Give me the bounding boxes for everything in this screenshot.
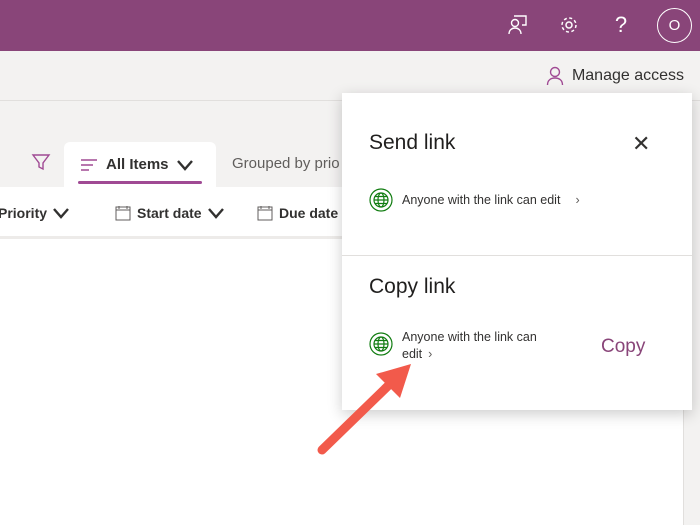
chevron-down-icon bbox=[207, 208, 224, 219]
globe-icon bbox=[369, 332, 393, 356]
share-panel: Send link ✕ Anyone with the link can edi… bbox=[342, 93, 692, 410]
manage-access-button[interactable]: Manage access bbox=[546, 66, 684, 86]
chevron-right-icon: › bbox=[575, 193, 580, 207]
calendar-icon bbox=[115, 206, 131, 221]
column-due-date[interactable]: Due date bbox=[257, 205, 338, 221]
copy-link-permission[interactable]: Anyone with the link can edit › bbox=[369, 329, 537, 363]
tab-label: All Items bbox=[106, 156, 169, 173]
permission-label: Anyone with the link can bbox=[402, 330, 537, 344]
column-label: Start date bbox=[137, 205, 202, 221]
column-start-date[interactable]: Start date bbox=[115, 205, 224, 221]
permission-label-cont: edit bbox=[402, 347, 423, 361]
list-icon bbox=[81, 158, 97, 171]
column-priority[interactable]: Priority bbox=[0, 205, 69, 221]
gear-icon[interactable] bbox=[556, 12, 582, 38]
chevron-right-icon: › bbox=[428, 347, 433, 361]
avatar[interactable]: O bbox=[657, 8, 692, 43]
feedback-icon[interactable] bbox=[504, 12, 530, 38]
copy-button[interactable]: Copy bbox=[601, 336, 645, 358]
divider bbox=[342, 255, 692, 256]
chevron-down-icon bbox=[53, 208, 69, 219]
copy-link-title: Copy link bbox=[369, 275, 456, 298]
globe-icon bbox=[369, 188, 393, 212]
send-link-permission[interactable]: Anyone with the link can edit › bbox=[369, 188, 580, 212]
manage-access-label: Manage access bbox=[571, 67, 684, 84]
send-link-title: Send link bbox=[369, 131, 456, 154]
filter-icon[interactable] bbox=[31, 152, 51, 177]
column-label: Due date bbox=[279, 205, 339, 221]
top-bar: ? O bbox=[0, 0, 700, 51]
column-label: Priority bbox=[0, 205, 48, 221]
chevron-down-icon bbox=[176, 159, 193, 171]
close-icon[interactable]: ✕ bbox=[632, 131, 650, 157]
tab-all-items[interactable]: All Items bbox=[64, 142, 216, 187]
tab-grouped-by-priority[interactable]: Grouped by prio bbox=[232, 155, 340, 172]
calendar-icon bbox=[257, 206, 273, 221]
permission-label: Anyone with the link can edit bbox=[402, 193, 561, 207]
active-tab-underline bbox=[78, 181, 202, 184]
help-icon[interactable]: ? bbox=[608, 12, 634, 38]
person-icon bbox=[546, 66, 564, 86]
